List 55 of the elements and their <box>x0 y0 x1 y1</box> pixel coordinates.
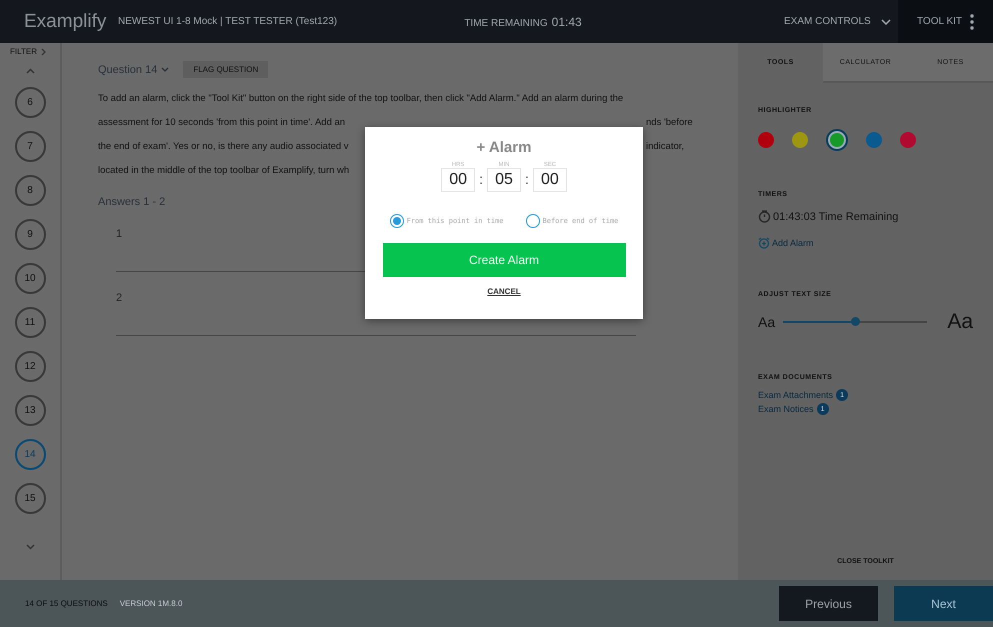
stopwatch-icon <box>758 210 771 223</box>
highlighter-color[interactable] <box>866 132 882 148</box>
highlighter-color[interactable] <box>900 132 916 148</box>
chevron-down-icon <box>161 67 170 72</box>
chevron-right-icon <box>40 48 46 56</box>
question-text: the end of exam'. Yes or no, is there any audio associated v <box>98 140 349 152</box>
time-remaining-value: 01:43 <box>552 14 582 28</box>
question-text: indicator, <box>646 140 684 152</box>
answers-heading: Answers 1 - 2 <box>98 196 166 208</box>
time-input[interactable]: 05 <box>487 168 521 192</box>
highlighter-color[interactable] <box>758 132 774 148</box>
time-remaining-text: 01:43:03 Time Remaining <box>773 210 898 222</box>
exam-controls-button[interactable]: EXAM CONTROLS <box>778 15 898 28</box>
question-text: assessment for 10 seconds 'from this point in time'. Add an <box>98 116 346 128</box>
time-separator: : <box>479 171 483 189</box>
question-number-button[interactable]: 6 <box>14 87 46 118</box>
flag-question-button[interactable]: FLAG QUESTION <box>183 61 268 78</box>
add-alarm-link[interactable]: Add Alarm <box>758 237 814 249</box>
question-number-button[interactable]: 14 <box>14 439 46 470</box>
alarm-clock-icon <box>758 237 770 249</box>
small-text-size-label: Aa <box>758 314 776 330</box>
large-text-size-label: Aa <box>947 310 973 334</box>
previous-button[interactable]: Previous <box>779 586 878 621</box>
next-button[interactable]: Next <box>894 586 993 621</box>
question-number-button[interactable]: 8 <box>14 175 46 206</box>
tool-kit-button[interactable]: TOOL KIT <box>898 0 993 43</box>
chevron-down-icon <box>880 18 891 24</box>
question-count-text: 14 OF 15 QUESTIONS <box>25 599 108 608</box>
scroll-up-icon[interactable] <box>26 68 34 74</box>
question-number-button[interactable]: 13 <box>14 395 46 426</box>
version-text: VERSION 1M.8.0 <box>120 599 184 608</box>
question-number-button[interactable]: 10 <box>14 263 46 294</box>
question-number-button[interactable]: 9 <box>14 219 46 250</box>
time-remaining-label: TIME REMAINING <box>464 18 548 28</box>
time-input[interactable]: 00 <box>532 168 567 192</box>
time-separator: : <box>525 171 529 189</box>
question-number-button[interactable]: 12 <box>14 351 46 382</box>
question-text: nds 'before <box>646 116 693 128</box>
question-number-button[interactable]: 11 <box>14 307 46 338</box>
question-dropdown[interactable]: Question 14 <box>98 64 170 76</box>
dialog-title: + Alarm <box>476 139 532 156</box>
question-number-button[interactable]: 15 <box>14 483 46 514</box>
highlighter-color[interactable] <box>792 132 808 148</box>
time-input[interactable]: 00 <box>441 168 476 192</box>
highlighter-color[interactable] <box>826 129 848 151</box>
scroll-down-icon[interactable] <box>26 544 34 550</box>
slider-thumb[interactable] <box>851 317 860 326</box>
logo-text: Examplify <box>24 10 106 32</box>
question-number-button[interactable]: 7 <box>14 131 46 162</box>
filter-button[interactable]: FILTER <box>10 47 46 56</box>
exam-title: NEWEST UI 1-8 Mock | TEST TESTER (Test123) <box>118 16 338 27</box>
create-alarm-button[interactable]: Create Alarm <box>382 243 626 277</box>
vertical-dots-icon <box>970 14 974 30</box>
question-text: located in the middle of the top toolbar of Examplify, turn wh <box>98 164 350 176</box>
question-text: To add an alarm, click the "Tool Kit" button on the right side of the top toolbar, then click "Add Alarm." Add an alarm during the <box>98 92 624 104</box>
